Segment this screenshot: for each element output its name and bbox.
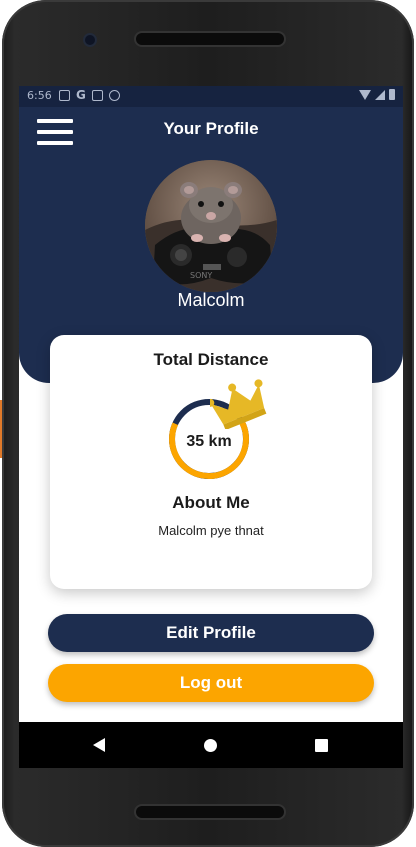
stats-card: Total Distance 35 km About Me Malcolm py… <box>50 335 372 589</box>
svg-text:SONY: SONY <box>190 271 212 280</box>
lock-icon <box>91 89 103 101</box>
about-me-heading: About Me <box>172 493 250 512</box>
menu-line-icon <box>37 141 73 145</box>
profile-username: Malcolm <box>177 290 245 310</box>
back-icon[interactable] <box>93 738 105 752</box>
logout-button[interactable]: Log out <box>48 664 374 702</box>
edit-profile-button[interactable]: Edit Profile <box>48 614 374 652</box>
phone-frame: 6:56 G Your Profile SONY Malcolm Total D… <box>2 0 414 847</box>
distance-ring: 35 km <box>166 379 276 483</box>
distance-value: 35 km <box>186 433 232 450</box>
sync-icon <box>108 89 120 101</box>
page-title: Your Profile <box>163 119 259 138</box>
front-camera <box>85 35 95 45</box>
status-bar: 6:56 G <box>19 86 403 107</box>
avatar[interactable]: SONY <box>145 160 277 292</box>
system-icons <box>359 89 395 100</box>
image-icon <box>59 89 70 101</box>
about-me-text: Malcolm pye thnat <box>158 523 264 538</box>
app-screen: 6:56 G Your Profile SONY Malcolm Total D… <box>19 86 403 768</box>
total-distance-label: Total Distance <box>153 350 269 369</box>
google-icon: G <box>76 88 86 102</box>
bottom-speaker <box>136 806 284 818</box>
signal-icon <box>375 89 385 100</box>
android-nav-bar <box>19 722 403 768</box>
rat-on-controller-photo: SONY <box>145 160 277 292</box>
battery-icon <box>389 89 395 100</box>
recent-apps-icon[interactable] <box>315 739 328 752</box>
status-time: 6:56 <box>27 89 52 102</box>
home-icon[interactable] <box>204 739 217 752</box>
crown-icon <box>210 379 267 429</box>
top-speaker <box>136 33 284 45</box>
notification-icons: G <box>59 88 120 102</box>
wifi-icon <box>359 89 371 100</box>
